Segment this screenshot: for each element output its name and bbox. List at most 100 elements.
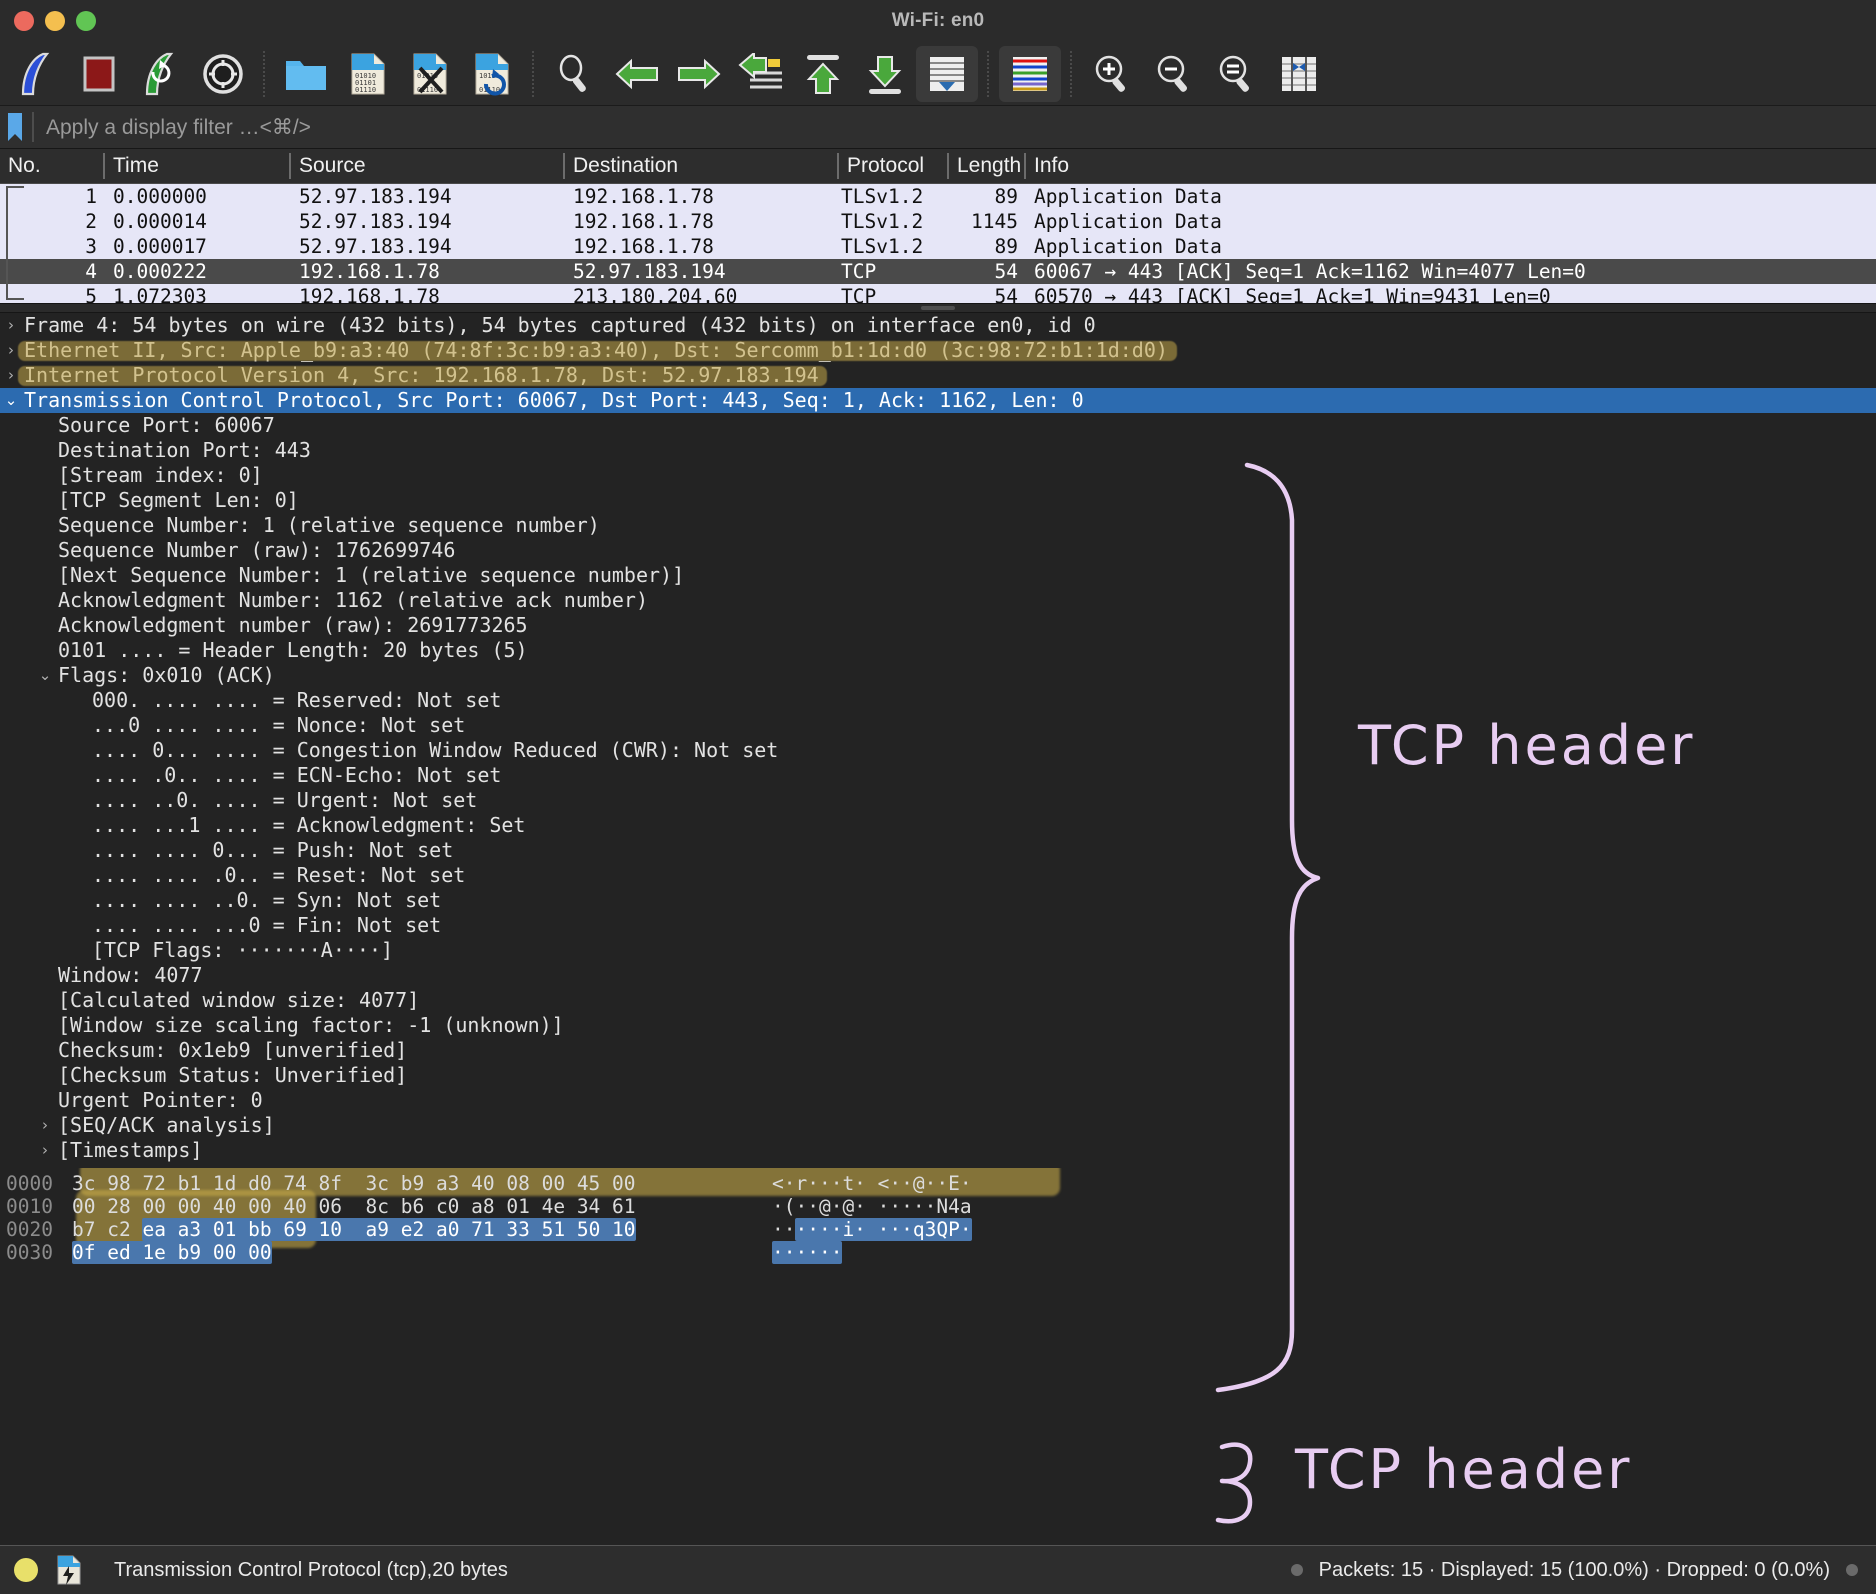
column-header-protocol[interactable]: Protocol	[837, 153, 947, 179]
detail-tree-row[interactable]: .... .... ...0 = Fin: Not set	[0, 913, 1876, 938]
detail-tree-row[interactable]: › [SEQ/ACK analysis]	[0, 1113, 1876, 1138]
zoom-out-icon[interactable]	[1144, 46, 1206, 102]
detail-tree-row[interactable]: Urgent Pointer: 0	[0, 1088, 1876, 1113]
detail-tree-label: 0101 .... = Header Length: 20 bytes (5)	[58, 638, 528, 662]
packet-cell-time: 0.000017	[113, 235, 207, 258]
packet-row[interactable]: 5 1.072303 192.168.1.78 213.180.204.60 TCP 54…	[0, 284, 1876, 303]
capture-file-icon[interactable]	[56, 1554, 82, 1586]
detail-tree-row[interactable]: [Checksum Status: Unverified]	[0, 1063, 1876, 1088]
detail-tree-row[interactable]: Sequence Number (raw): 1762699746	[0, 538, 1876, 563]
detail-tree-row[interactable]: ⌄ Transmission Control Protocol, Src Port…	[0, 388, 1876, 413]
go-to-first-packet-icon[interactable]	[792, 46, 854, 102]
detail-tree-row[interactable]: [Stream index: 0]	[0, 463, 1876, 488]
detail-tree-row[interactable]: › Internet Protocol Version 4, Src: 192.1…	[0, 363, 1876, 388]
detail-tree-row[interactable]: › [Timestamps]	[0, 1138, 1876, 1163]
status-bar: Transmission Control Protocol (tcp),20 b…	[0, 1545, 1876, 1594]
colorize-packets-icon[interactable]	[999, 45, 1061, 102]
chevron-right-icon[interactable]: ›	[0, 363, 22, 388]
packet-cell-src: 192.168.1.78	[299, 260, 440, 283]
column-header-length[interactable]: Length	[947, 153, 1024, 179]
packet-cell-time: 0.000014	[113, 210, 207, 233]
detail-tree-row[interactable]: .... .... ..0. = Syn: Not set	[0, 888, 1876, 913]
save-file-icon[interactable]: 01010 01101 01110	[337, 46, 399, 102]
hex-row[interactable]: 0030 0f ed 1e b9 00 00 ······	[0, 1241, 1876, 1264]
go-back-icon[interactable]	[606, 46, 668, 102]
hex-bytes: b7 c2 ea a3 01 bb 69 10 a9 e2 a0 71 33 5…	[72, 1218, 772, 1241]
stop-capture-icon[interactable]	[68, 46, 130, 102]
detail-tree-row[interactable]: .... ..0. .... = Urgent: Not set	[0, 788, 1876, 813]
detail-tree-row[interactable]: [TCP Flags: ·······A····]	[0, 938, 1876, 963]
detail-tree-row[interactable]: Checksum: 0x1eb9 [unverified]	[0, 1038, 1876, 1063]
go-forward-icon[interactable]	[668, 46, 730, 102]
packet-row[interactable]: 3 0.000017 52.97.183.194 192.168.1.78 TLSv1.…	[0, 234, 1876, 259]
detail-tree-row[interactable]: ⌄ Flags: 0x010 (ACK)	[0, 663, 1876, 688]
hex-offset: 0010	[6, 1195, 53, 1218]
detail-tree-row[interactable]: Window: 4077	[0, 963, 1876, 988]
detail-tree-row[interactable]: Destination Port: 443	[0, 438, 1876, 463]
detail-tree-label: .... ...1 .... = Acknowledgment: Set	[92, 813, 526, 837]
detail-tree-row[interactable]: [Window size scaling factor: -1 (unknown…	[0, 1013, 1876, 1038]
detail-tree-row[interactable]: 000. .... .... = Reserved: Not set	[0, 688, 1876, 713]
detail-tree-row[interactable]: › Frame 4: 54 bytes on wire (432 bits), 5…	[0, 313, 1876, 338]
detail-tree-label: Sequence Number: 1 (relative sequence nu…	[58, 513, 600, 537]
hex-row[interactable]: 0020 b7 c2 ea a3 01 bb 69 10 a9 e2 a0 71 …	[0, 1218, 1876, 1241]
packet-row[interactable]: 2 0.000014 52.97.183.194 192.168.1.78 TLSv1.…	[0, 209, 1876, 234]
detail-tree-row[interactable]: .... ...1 .... = Acknowledgment: Set	[0, 813, 1876, 838]
detail-tree-row[interactable]: [Calculated window size: 4077]	[0, 988, 1876, 1013]
resize-columns-icon[interactable]	[1268, 46, 1330, 102]
hex-ascii: <·r···t· <··@··E·	[772, 1172, 972, 1195]
hex-row[interactable]: 0010 00 28 00 00 40 00 40 06 8c b6 c0 a8 …	[0, 1195, 1876, 1218]
bookmark-icon[interactable]	[4, 112, 26, 142]
detail-tree-row[interactable]: .... .... .0.. = Reset: Not set	[0, 863, 1876, 888]
go-to-packet-icon[interactable]	[730, 46, 792, 102]
detail-tree-row[interactable]: 0101 .... = Header Length: 20 bytes (5)	[0, 638, 1876, 663]
open-file-icon[interactable]	[275, 46, 337, 102]
detail-tree-row[interactable]: Acknowledgment number (raw): 2691773265	[0, 613, 1876, 638]
column-header-time[interactable]: Time	[103, 153, 289, 179]
toolbar-separator	[987, 50, 990, 97]
pane-splitter-top[interactable]	[0, 303, 1876, 313]
chevron-down-icon[interactable]: ⌄	[0, 388, 22, 413]
hex-bytes-unselected: 3c 98 72 b1 1d d0 74 8f 3c b9 a3 40 08 0…	[72, 1172, 636, 1195]
packet-row[interactable]: 1 0.000000 52.97.183.194 192.168.1.78 TLSv1.…	[0, 184, 1876, 209]
detail-tree-row[interactable]: .... .... 0... = Push: Not set	[0, 838, 1876, 863]
auto-scroll-icon[interactable]	[916, 45, 978, 102]
chevron-right-icon[interactable]: ›	[34, 1113, 56, 1138]
zoom-in-icon[interactable]	[1082, 46, 1144, 102]
hex-row[interactable]: 0000 3c 98 72 b1 1d d0 74 8f 3c b9 a3 40 …	[0, 1172, 1876, 1195]
find-packet-icon[interactable]	[544, 46, 606, 102]
chevron-down-icon[interactable]: ⌄	[34, 663, 56, 688]
detail-tree-row[interactable]: Source Port: 60067	[0, 413, 1876, 438]
detail-tree-label: Acknowledgment Number: 1162 (relative ac…	[58, 588, 649, 612]
detail-tree-label: .... .... ..0. = Syn: Not set	[92, 888, 442, 912]
packet-cell-src: 192.168.1.78	[299, 285, 440, 303]
packet-cell-len: 89	[994, 185, 1018, 208]
filter-input[interactable]: Apply a display filter …<⌘/>	[46, 115, 311, 140]
detail-tree-row[interactable]: Sequence Number: 1 (relative sequence nu…	[0, 513, 1876, 538]
detail-tree-row[interactable]: › Ethernet II, Src: Apple_b9:a3:40 (74:8f…	[0, 338, 1876, 363]
chevron-right-icon[interactable]: ›	[34, 1138, 56, 1163]
detail-tree-row[interactable]: [TCP Segment Len: 0]	[0, 488, 1876, 513]
restart-capture-icon[interactable]	[130, 46, 192, 102]
hex-ascii: ······	[772, 1241, 843, 1264]
column-header-destination[interactable]: Destination	[563, 153, 837, 179]
start-capture-icon[interactable]	[6, 46, 68, 102]
detail-tree-row[interactable]: [Next Sequence Number: 1 (relative seque…	[0, 563, 1876, 588]
close-file-icon[interactable]: 01010 01110	[399, 46, 461, 102]
reload-file-icon[interactable]: 1010 01110	[461, 46, 523, 102]
expert-info-icon[interactable]	[14, 1558, 38, 1582]
capture-options-icon[interactable]	[192, 46, 254, 102]
packet-bytes-pane[interactable]: 0000 3c 98 72 b1 1d d0 74 8f 3c b9 a3 40 …	[0, 1168, 1876, 1272]
zoom-reset-icon[interactable]	[1206, 46, 1268, 102]
detail-tree-label: 000. .... .... = Reserved: Not set	[92, 688, 502, 712]
display-filter-bar[interactable]: Apply a display filter …<⌘/>	[0, 106, 1876, 149]
column-header-source[interactable]: Source	[289, 153, 563, 179]
chevron-right-icon[interactable]: ›	[0, 338, 22, 363]
go-to-last-packet-icon[interactable]	[854, 46, 916, 102]
packet-row[interactable]: 4 0.000222 192.168.1.78 52.97.183.194 TCP 54 6…	[0, 259, 1876, 284]
packet-list[interactable]: 1 0.000000 52.97.183.194 192.168.1.78 TLSv1.…	[0, 184, 1876, 303]
column-header-info[interactable]: Info	[1024, 153, 1876, 179]
column-header-no[interactable]: No.	[0, 153, 103, 179]
detail-tree-row[interactable]: Acknowledgment Number: 1162 (relative ac…	[0, 588, 1876, 613]
chevron-right-icon[interactable]: ›	[0, 313, 22, 338]
